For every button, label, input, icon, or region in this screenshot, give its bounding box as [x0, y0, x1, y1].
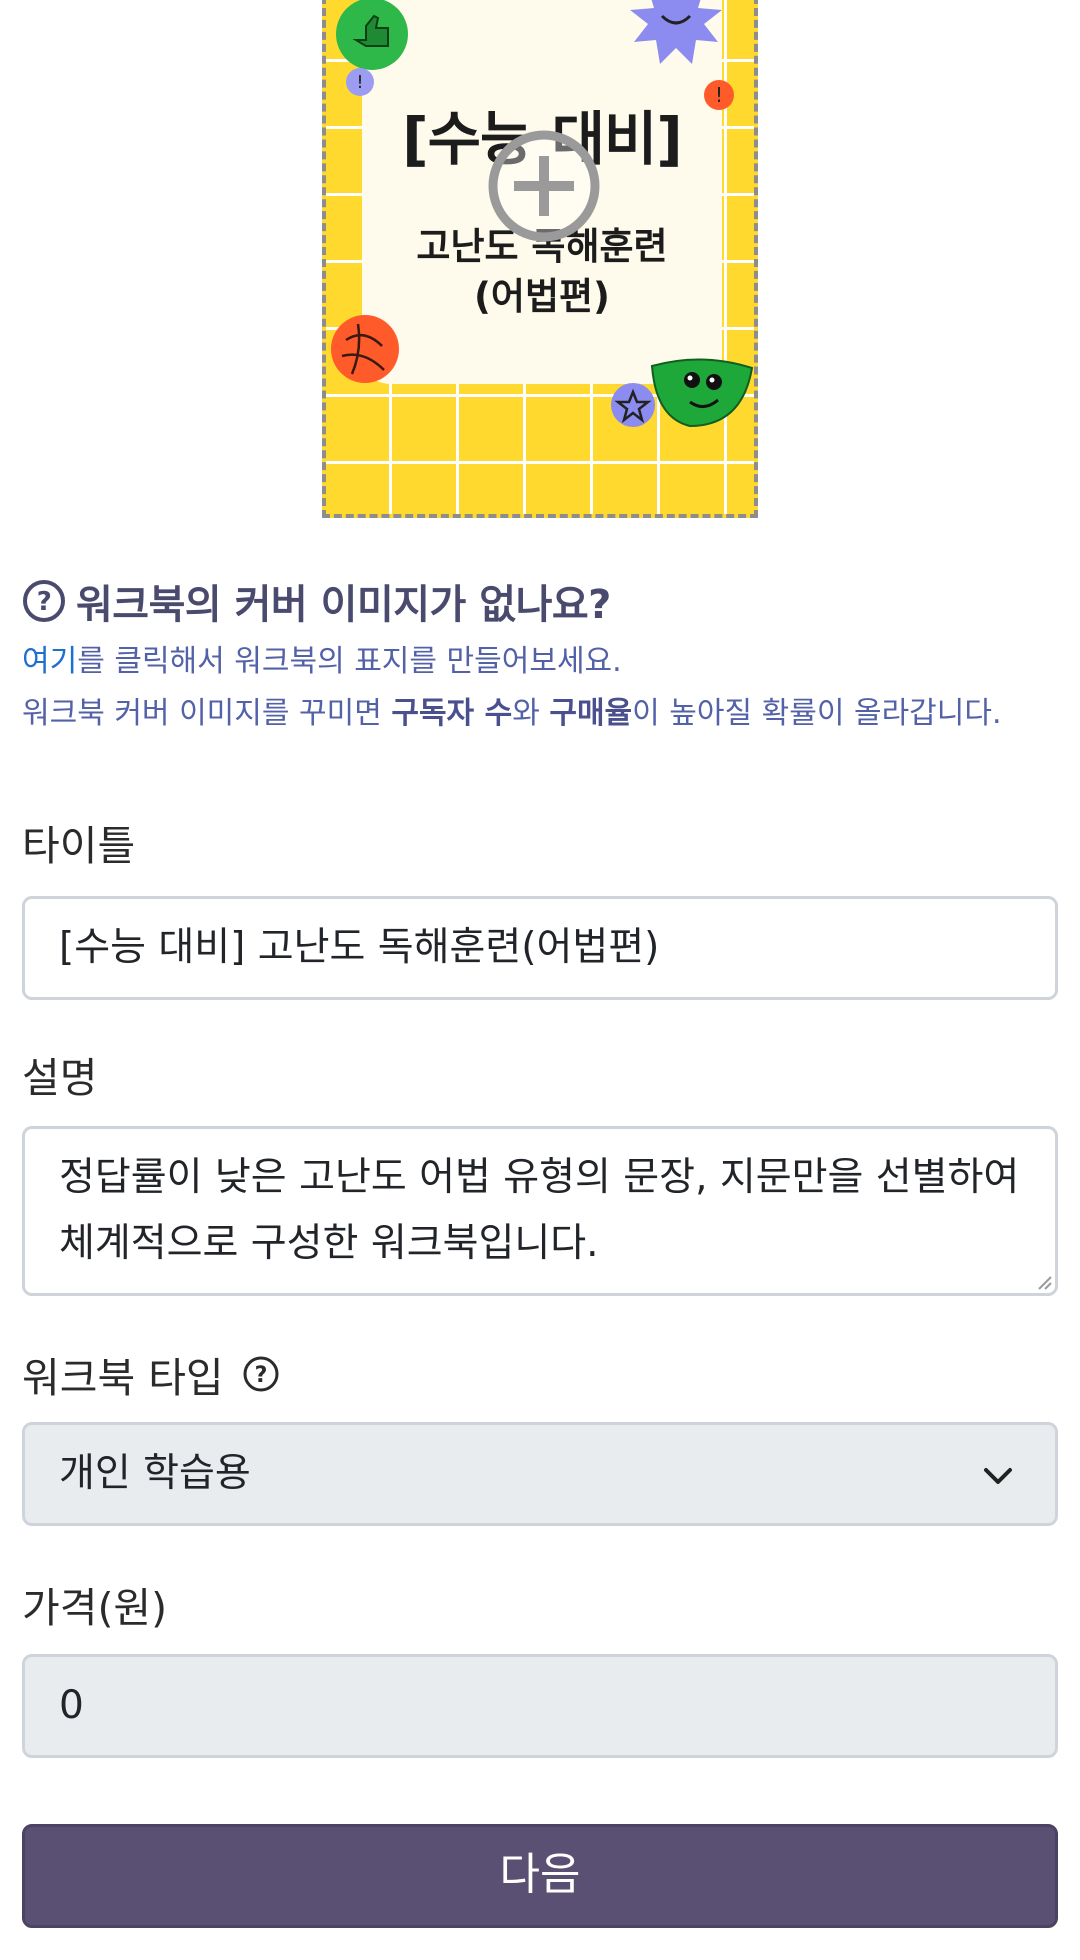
- description-textarea[interactable]: 정답률이 낮은 고난도 어법 유형의 문장, 지문만을 선별하여 체계적으로 구…: [22, 1126, 1058, 1296]
- help-line-2-c: 이 높아질 확률이 올라갑니다.: [632, 696, 1002, 731]
- help-line-2-b: 와: [512, 696, 550, 731]
- cover-help-heading-text: 워크북의 커버 이미지가 없나요?: [76, 582, 611, 628]
- title-label: 타이틀: [22, 822, 136, 870]
- svg-text:?: ?: [254, 1363, 267, 1388]
- red-exclaim-sticker-icon: !: [704, 80, 734, 110]
- svg-text:!: !: [715, 83, 723, 107]
- price-label: 가격(원): [22, 1584, 168, 1632]
- cover-help-text: 여기를 클릭해서 워크북의 표지를 만들어보세요. 워크북 커버 이미지를 꾸미…: [22, 636, 1062, 740]
- resize-grip-icon[interactable]: [1035, 1273, 1053, 1291]
- help-line-1: 여기를 클릭해서 워크북의 표지를 만들어보세요.: [22, 636, 1062, 688]
- description-text: 정답률이 낮은 고난도 어법 유형의 문장, 지문만을 선별하여 체계적으로 구…: [59, 1155, 1020, 1266]
- help-bold-subscribers: 구독자 수: [391, 696, 513, 731]
- melon-face-sticker-icon: [650, 358, 754, 428]
- help-bold-purchase-rate: 구매율: [549, 696, 633, 731]
- help-line-2-a: 워크북 커버 이미지를 꾸미면: [22, 696, 392, 731]
- cover-image-uploader[interactable]: [수능 대비] 고난도 독해훈련 (어법편) ! !: [322, 0, 758, 518]
- question-circle-icon: ?: [23, 580, 65, 622]
- thumbs-up-sticker-icon: [336, 0, 408, 70]
- sun-face-sticker-icon: [630, 0, 722, 64]
- workbook-type-value: 개인 학습용: [59, 1451, 251, 1496]
- cover-subtitle-line2: (어법편): [474, 275, 610, 318]
- workbook-type-label-text: 워크북 타입: [22, 1354, 224, 1402]
- svg-text:!: !: [356, 72, 363, 93]
- help-line-2: 워크북 커버 이미지를 꾸미면 구독자 수와 구매율이 높아질 확률이 올라갑니…: [22, 688, 1062, 740]
- cover-help-heading: ? 워크북의 커버 이미지가 없나요?: [22, 572, 611, 630]
- description-label: 설명: [22, 1054, 98, 1102]
- help-line-1-text: 를 클릭해서 워크북의 표지를 만들어보세요.: [77, 644, 622, 679]
- svg-text:?: ?: [37, 587, 52, 617]
- make-cover-link[interactable]: 여기: [22, 644, 77, 679]
- exclaim-dot-sticker-icon: !: [346, 68, 374, 96]
- price-input[interactable]: 0: [22, 1654, 1058, 1758]
- question-circle-icon[interactable]: ?: [242, 1355, 280, 1393]
- title-input[interactable]: [수능 대비] 고난도 독해훈련(어법편): [22, 896, 1058, 1000]
- orange-ball-sticker-icon: [331, 315, 399, 383]
- workbook-type-label: 워크북 타입 ?: [22, 1344, 280, 1404]
- chevron-down-icon: [984, 1468, 1012, 1484]
- next-button[interactable]: 다음: [22, 1824, 1058, 1928]
- workbook-type-select[interactable]: 개인 학습용: [22, 1422, 1058, 1526]
- plus-circle-icon[interactable]: [488, 130, 600, 242]
